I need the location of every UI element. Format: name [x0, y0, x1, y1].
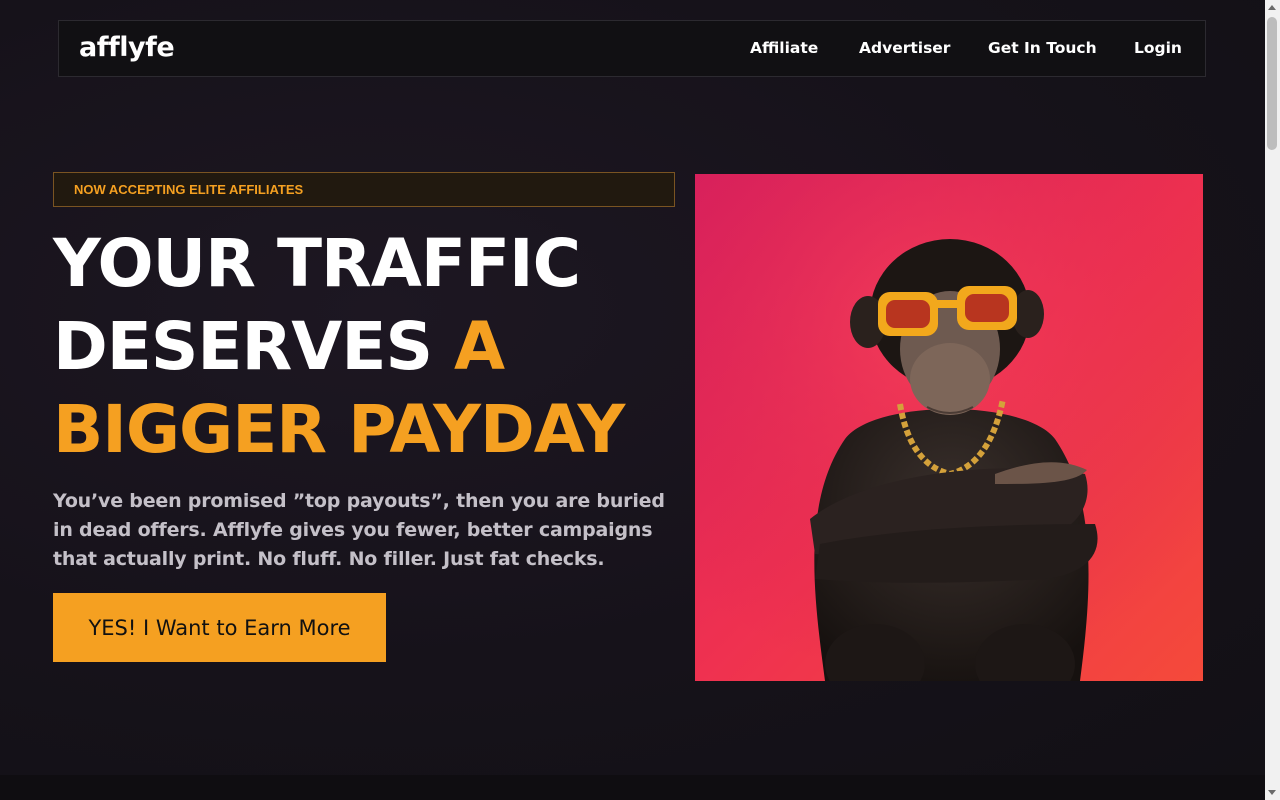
- nav-get-in-touch[interactable]: Get In Touch: [988, 39, 1097, 57]
- scroll-up-icon[interactable]: [1268, 5, 1276, 10]
- nav-advertiser[interactable]: Advertiser: [859, 39, 950, 57]
- headline-line-2-white: DESERVES: [53, 308, 433, 385]
- hero-subtext: You’ve been promised ”top payouts”, then…: [53, 490, 665, 570]
- badge-text: NOW ACCEPTING ELITE AFFILIATES: [74, 182, 304, 197]
- afflyfe-logo[interactable]: afflyfe: [79, 32, 175, 63]
- vertical-scrollbar[interactable]: [1265, 0, 1280, 800]
- hero-headline: YOUR TRAFFIC DESERVES A BIGGER PAYDAY: [53, 222, 693, 471]
- headline-line-1: YOUR TRAFFIC: [53, 225, 581, 302]
- nav-login[interactable]: Login: [1134, 39, 1182, 57]
- next-section-edge: [0, 775, 1265, 800]
- earn-more-button[interactable]: YES! I Want to Earn More: [53, 593, 386, 662]
- headline-line-3: BIGGER PAYDAY: [53, 391, 625, 468]
- scroll-down-icon[interactable]: [1268, 790, 1276, 795]
- hero-chimpanzee-image: [695, 174, 1203, 681]
- headline-line-2: DESERVES A: [53, 305, 693, 388]
- scroll-thumb[interactable]: [1267, 17, 1277, 150]
- top-navbar: afflyfe Affiliate Advertiser Get In Touc…: [58, 20, 1206, 77]
- nav-affiliate[interactable]: Affiliate: [750, 39, 818, 57]
- headline-line-2-accent: A: [454, 308, 505, 385]
- status-badge: NOW ACCEPTING ELITE AFFILIATES: [53, 172, 675, 207]
